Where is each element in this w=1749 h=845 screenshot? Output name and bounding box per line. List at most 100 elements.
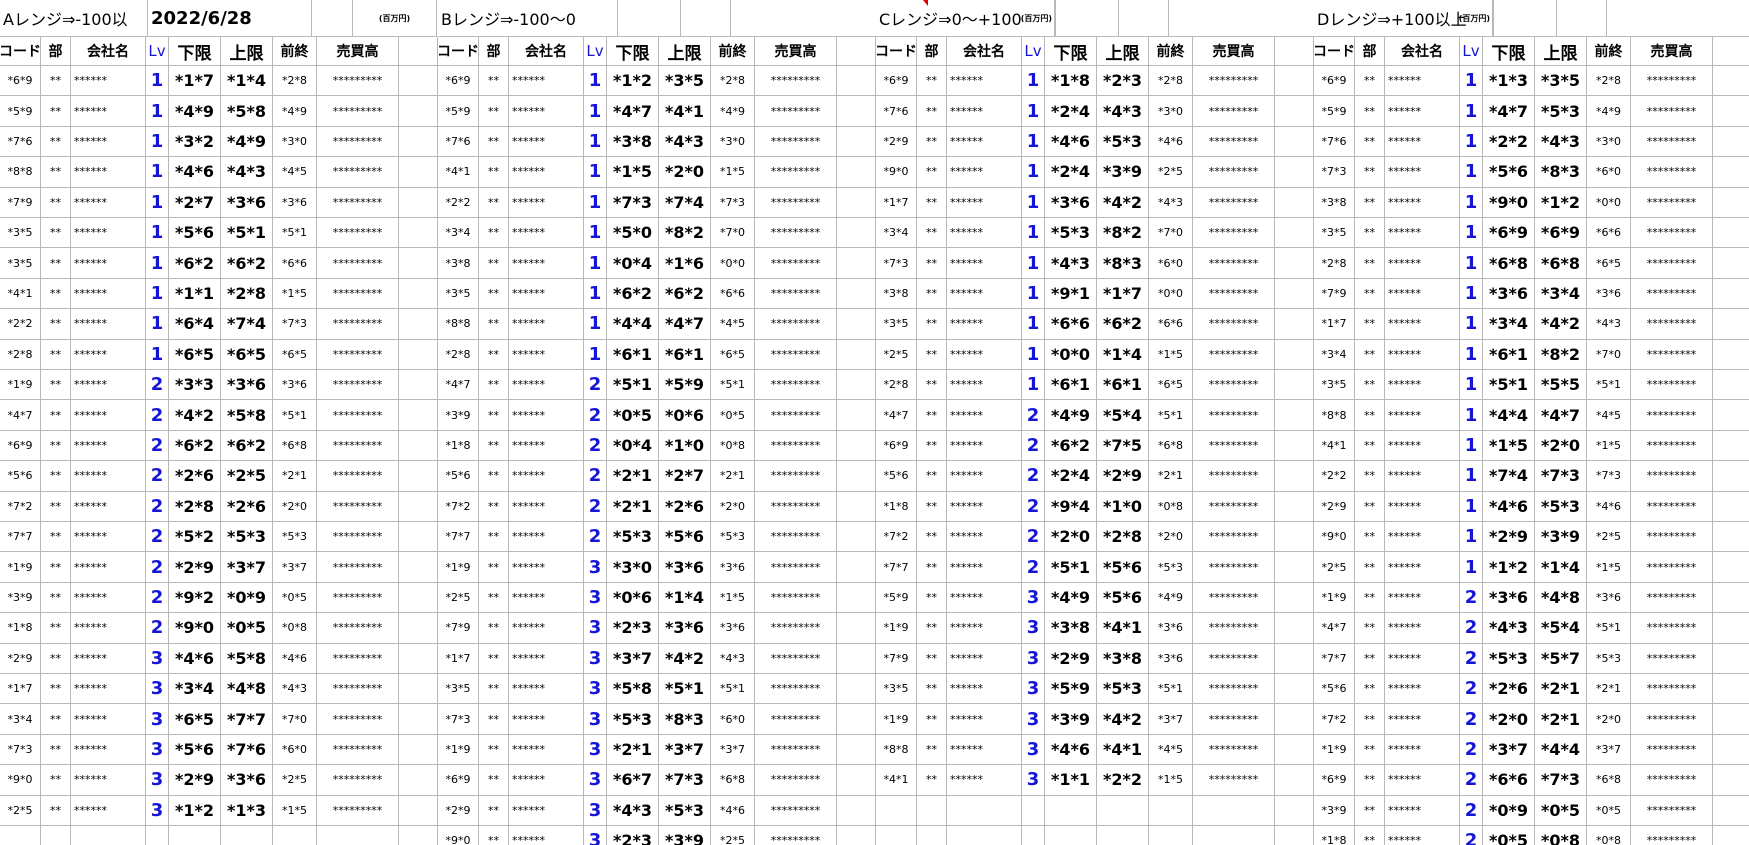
table-cell-volume[interactable]: *********: [1193, 278, 1275, 310]
table-cell-prev[interactable]: *7*0: [1149, 218, 1193, 249]
table-cell-high[interactable]: *5*4: [1097, 400, 1149, 431]
table-cell-lv[interactable]: 2: [1022, 461, 1045, 492]
table-cell-code[interactable]: *9*0: [876, 157, 917, 188]
table-cell-dept[interactable]: **: [41, 96, 71, 127]
table-cell-name[interactable]: ******: [1385, 522, 1460, 553]
table-cell-prev[interactable]: *6*0: [273, 734, 317, 766]
table-cell-prev[interactable]: *3*6: [711, 552, 755, 583]
table-cell-name[interactable]: ******: [71, 795, 146, 826]
table-cell-name[interactable]: ******: [509, 491, 584, 522]
table-cell-high[interactable]: *5*9: [659, 370, 711, 401]
table-cell-code[interactable]: *5*9: [1314, 96, 1355, 127]
table-cell-volume[interactable]: *********: [1193, 461, 1275, 492]
table-cell-volume[interactable]: *********: [755, 218, 837, 249]
table-cell-name[interactable]: ******: [1385, 491, 1460, 522]
table-cell-dept[interactable]: [917, 826, 947, 845]
table-cell-volume[interactable]: *********: [755, 157, 837, 188]
table-cell-volume[interactable]: *********: [317, 66, 399, 97]
table-cell-high[interactable]: *1*4: [1097, 339, 1149, 370]
table-cell-volume[interactable]: *********: [317, 552, 399, 583]
table-cell-name[interactable]: ******: [947, 613, 1022, 644]
table-cell-prev[interactable]: *5*3: [1149, 552, 1193, 583]
table-cell-low[interactable]: *2*9: [1483, 522, 1535, 553]
table-cell-code[interactable]: *7*2: [876, 522, 917, 553]
table-cell-prev[interactable]: *0*0: [1149, 278, 1193, 310]
table-cell-code[interactable]: *9*0: [1314, 522, 1355, 553]
table-cell-low[interactable]: *6*1: [1483, 339, 1535, 370]
table-cell-code[interactable]: *2*8: [876, 370, 917, 401]
table-cell-high[interactable]: *1*3: [221, 795, 273, 826]
table-cell-prev[interactable]: *4*9: [711, 96, 755, 127]
table-cell-low[interactable]: *6*2: [607, 278, 659, 310]
table-cell-low[interactable]: *1*8: [1045, 66, 1097, 97]
table-cell-volume[interactable]: *********: [1193, 218, 1275, 249]
table-cell-name[interactable]: ******: [1385, 126, 1460, 158]
table-cell-high[interactable]: *0*6: [659, 400, 711, 431]
table-cell-low[interactable]: *6*7: [607, 765, 659, 796]
table-cell-lv[interactable]: 1: [1460, 126, 1483, 158]
table-cell-volume[interactable]: *********: [755, 552, 837, 583]
table-cell-name[interactable]: ******: [71, 430, 146, 462]
table-cell-code[interactable]: *3*5: [438, 278, 479, 310]
table-cell-low[interactable]: *1*5: [607, 157, 659, 188]
table-cell-volume[interactable]: *********: [317, 765, 399, 796]
table-cell-lv[interactable]: 3: [584, 795, 607, 826]
table-cell-code[interactable]: *9*0: [438, 826, 479, 845]
table-cell-dept[interactable]: **: [479, 552, 509, 583]
table-cell-prev[interactable]: *6*5: [711, 339, 755, 370]
table-cell-name[interactable]: ******: [947, 674, 1022, 705]
table-cell-high[interactable]: *6*2: [221, 430, 273, 462]
table-cell-code[interactable]: *3*4: [0, 704, 41, 735]
table-cell-lv[interactable]: 3: [584, 643, 607, 674]
table-cell-dept[interactable]: **: [1355, 613, 1385, 644]
table-cell-high[interactable]: *3*9: [1535, 522, 1587, 553]
table-cell-code[interactable]: *3*5: [1314, 218, 1355, 249]
table-cell-name[interactable]: ******: [509, 96, 584, 127]
table-cell-low[interactable]: *1*2: [1483, 552, 1535, 583]
table-cell-low[interactable]: *1*3: [1483, 66, 1535, 97]
table-cell-high[interactable]: *3*4: [1535, 278, 1587, 310]
table-cell-low[interactable]: *6*9: [1483, 218, 1535, 249]
table-cell-volume[interactable]: *********: [1193, 674, 1275, 705]
table-cell-lv[interactable]: 3: [1022, 582, 1045, 614]
table-cell-lv[interactable]: 1: [1460, 187, 1483, 218]
table-cell-prev[interactable]: *5*1: [1149, 674, 1193, 705]
table-cell-name[interactable]: ******: [1385, 461, 1460, 492]
table-cell-name[interactable]: ******: [1385, 795, 1460, 826]
table-cell-name[interactable]: ******: [509, 187, 584, 218]
table-cell-dept[interactable]: **: [479, 643, 509, 674]
table-cell-low[interactable]: *3*2: [169, 126, 221, 158]
table-cell-lv[interactable]: 2: [1460, 613, 1483, 644]
table-cell-high[interactable]: *5*6: [659, 522, 711, 553]
table-cell-high[interactable]: *2*8: [1097, 522, 1149, 553]
table-cell-prev[interactable]: *3*7: [273, 552, 317, 583]
table-cell-low[interactable]: *3*3: [169, 370, 221, 401]
table-cell-high[interactable]: *5*3: [1097, 674, 1149, 705]
table-cell-code[interactable]: *4*1: [438, 157, 479, 188]
table-cell-dept[interactable]: **: [917, 309, 947, 340]
table-cell-lv[interactable]: 1: [1460, 430, 1483, 462]
table-cell-dept[interactable]: **: [1355, 430, 1385, 462]
table-cell-name[interactable]: ******: [947, 643, 1022, 674]
table-cell-prev[interactable]: *1*5: [1149, 765, 1193, 796]
table-cell-volume[interactable]: *********: [755, 339, 837, 370]
table-cell-prev[interactable]: *3*0: [273, 126, 317, 158]
table-cell-lv[interactable]: 1: [1460, 278, 1483, 310]
table-cell-high[interactable]: *7*3: [1535, 765, 1587, 796]
table-cell-name[interactable]: ******: [509, 765, 584, 796]
table-cell-code[interactable]: *1*8: [0, 613, 41, 644]
table-cell-dept[interactable]: **: [917, 96, 947, 127]
table-cell-volume[interactable]: *********: [1631, 522, 1713, 553]
table-cell-prev[interactable]: [1149, 826, 1193, 845]
table-cell-dept[interactable]: **: [41, 370, 71, 401]
table-cell-dept[interactable]: **: [917, 157, 947, 188]
table-cell-dept[interactable]: **: [479, 126, 509, 158]
table-cell-high[interactable]: *3*6: [221, 187, 273, 218]
table-cell-lv[interactable]: 2: [146, 491, 169, 522]
table-cell-dept[interactable]: **: [41, 491, 71, 522]
table-cell-volume[interactable]: *********: [1193, 430, 1275, 462]
table-cell-name[interactable]: ******: [71, 491, 146, 522]
table-cell-code[interactable]: *9*0: [0, 765, 41, 796]
table-cell-lv[interactable]: 2: [146, 430, 169, 462]
table-cell-code[interactable]: *1*9: [438, 552, 479, 583]
